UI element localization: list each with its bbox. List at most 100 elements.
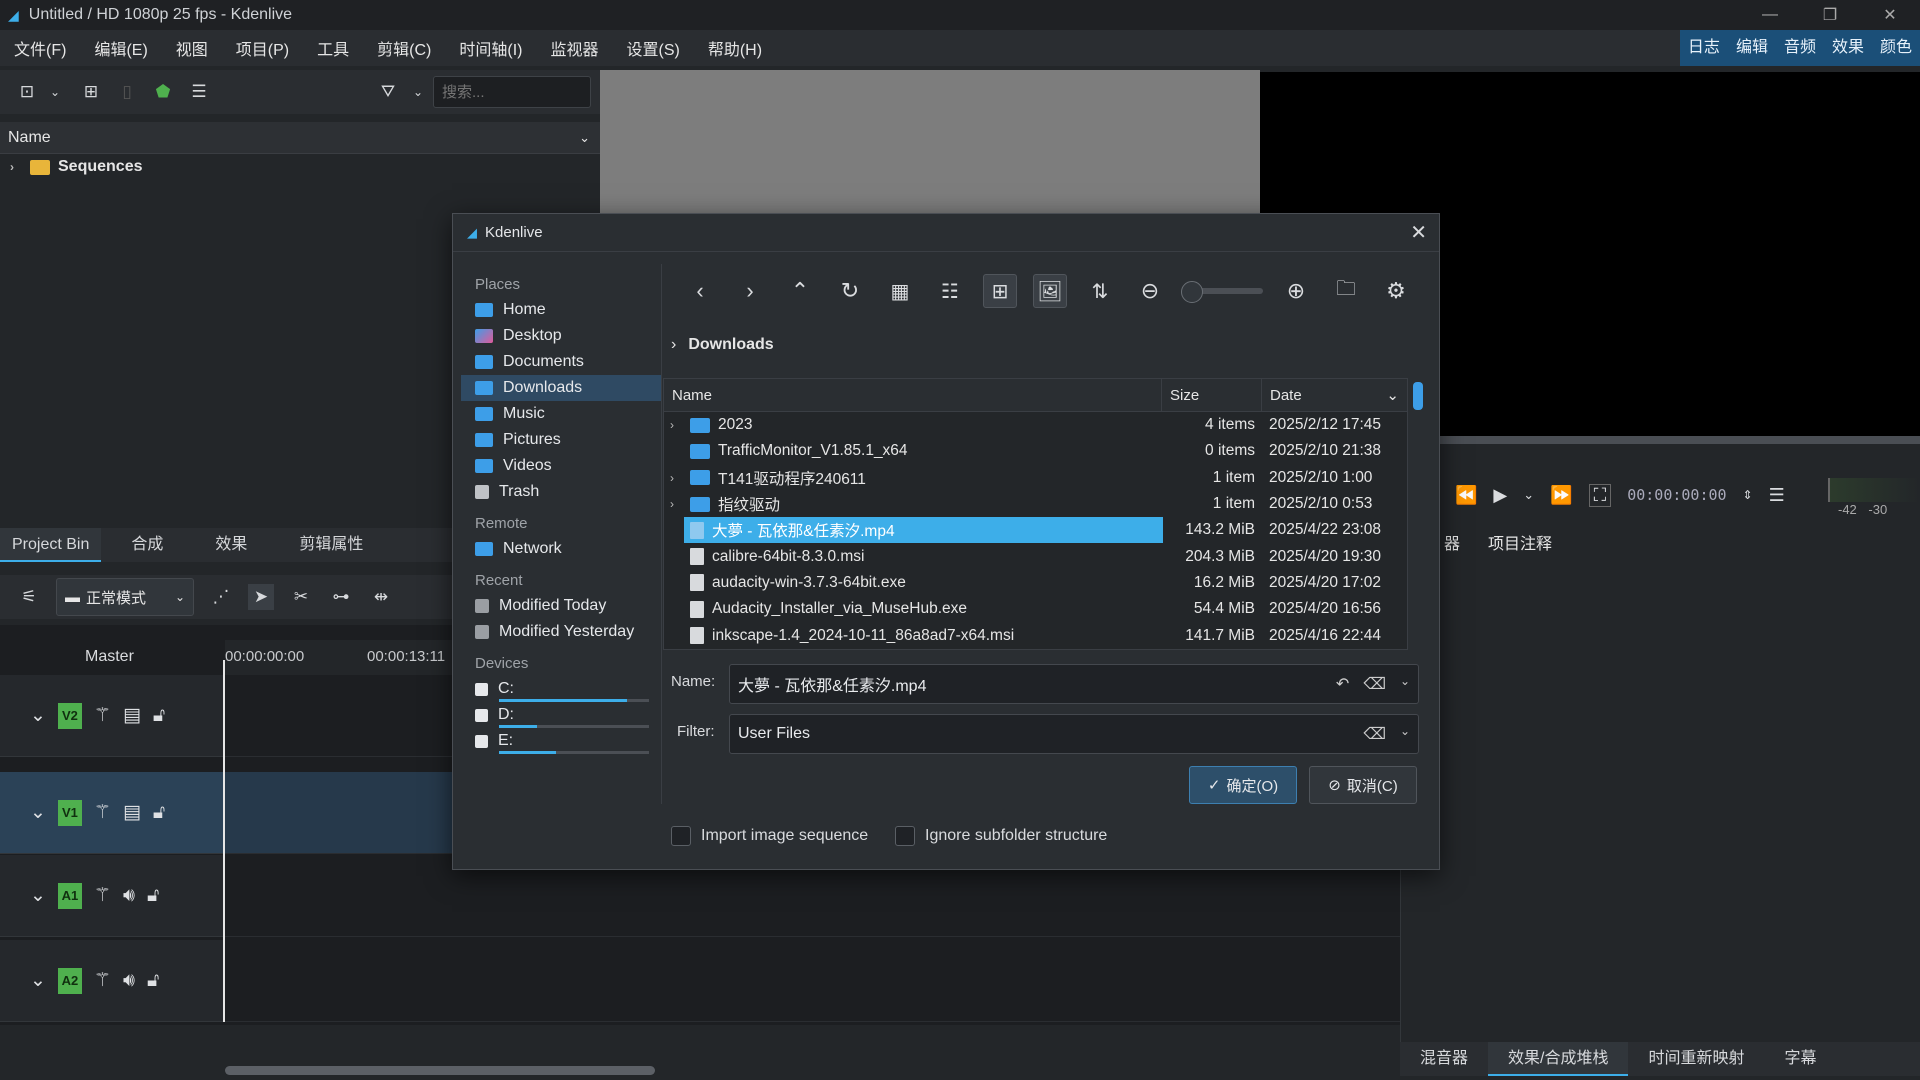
- close-window-button[interactable]: ✕: [1860, 0, 1920, 30]
- collapse-icon[interactable]: ⌄: [30, 969, 46, 992]
- spin-icon[interactable]: ⇕: [1743, 488, 1753, 502]
- collapse-icon[interactable]: ⌄: [30, 884, 46, 907]
- chevron-down-icon[interactable]: ⌄: [1400, 724, 1410, 744]
- track-header-v2[interactable]: ⌄ V2 ⚚ ▤ 🔓︎: [0, 675, 225, 757]
- file-row[interactable]: inkscape-1.4_2024-10-11_86a8ad7-x64.msi 1…: [664, 622, 1407, 648]
- menu-help[interactable]: 帮助(H): [694, 36, 776, 60]
- tab-compositions[interactable]: 合成: [101, 528, 175, 562]
- back-icon[interactable]: ‹: [683, 274, 717, 308]
- zoom-out-icon[interactable]: ⊖: [1133, 274, 1167, 308]
- detail-view-icon[interactable]: ☷: [933, 274, 967, 308]
- tab-clip-properties[interactable]: 剪辑属性: [259, 528, 375, 562]
- film-icon[interactable]: ▤: [123, 704, 141, 727]
- forward-icon[interactable]: ›: [733, 274, 767, 308]
- checkbox-box[interactable]: [895, 826, 915, 846]
- checkbox-box[interactable]: [671, 826, 691, 846]
- maximize-button[interactable]: ❐: [1800, 0, 1860, 30]
- chevron-down-icon[interactable]: ⌄: [1400, 674, 1410, 694]
- spacer-tool-icon[interactable]: ⋰: [208, 584, 234, 610]
- cancel-button[interactable]: ⊘ 取消(C): [1309, 766, 1417, 804]
- place-documents[interactable]: Documents: [461, 349, 661, 375]
- film-icon[interactable]: ▤: [123, 801, 141, 824]
- track-header-a1[interactable]: ⌄ A1 ⚚ 🔊︎ 🔓︎: [0, 855, 225, 937]
- workspace-color[interactable]: 颜色: [1872, 30, 1920, 66]
- timeline-horizontal-scrollbar[interactable]: [225, 1066, 655, 1075]
- chevron-down-icon[interactable]: ⌄: [579, 130, 590, 146]
- file-list-scrollbar[interactable]: [1413, 382, 1423, 410]
- file-row[interactable]: TrafficMonitor_V1.85.1_x64 0 items 2025/2/…: [664, 438, 1407, 464]
- file-row-selected[interactable]: 大夢 - 瓦依那&任素汐.mp4 143.2 MiB 2025/4/22 23:08: [664, 517, 1407, 544]
- place-pictures[interactable]: Pictures: [461, 427, 661, 453]
- workspace-logging[interactable]: 日志: [1680, 30, 1728, 66]
- chevron-down-icon[interactable]: ⌄: [1523, 487, 1534, 503]
- reload-icon[interactable]: ↻: [833, 274, 867, 308]
- place-modified-yesterday[interactable]: Modified Yesterday: [461, 619, 661, 645]
- ok-button[interactable]: ✓ 确定(O): [1189, 766, 1297, 804]
- edit-mode-select[interactable]: ▬ 正常模式 ⌄: [56, 578, 194, 616]
- file-row[interactable]: › 2023 4 items 2025/2/12 17:45: [664, 412, 1407, 438]
- add-folder-icon[interactable]: ⊞: [78, 79, 104, 105]
- track-header-a2[interactable]: ⌄ A2 ⚚ 🔊︎ 🔓︎: [0, 940, 225, 1022]
- menu-clip[interactable]: 剪辑(C): [363, 36, 445, 60]
- tab-project-bin[interactable]: Project Bin: [0, 528, 102, 562]
- place-trash[interactable]: Trash: [461, 479, 661, 505]
- collapse-icon[interactable]: ⌄: [30, 801, 46, 824]
- clear-icon[interactable]: ⌫: [1363, 724, 1386, 744]
- minimize-button[interactable]: —: [1740, 0, 1800, 30]
- tree-view-icon[interactable]: ⊞: [983, 274, 1017, 308]
- delete-icon[interactable]: ▯: [114, 79, 140, 105]
- timeline-ruler[interactable]: 00:00:00:00 00:00:13:11: [225, 640, 465, 680]
- device-e[interactable]: E:: [461, 728, 661, 754]
- place-desktop[interactable]: Desktop: [461, 323, 661, 349]
- zoom-slider[interactable]: [1181, 281, 1263, 303]
- tab-time-remapping[interactable]: 时间重新映射: [1628, 1042, 1764, 1076]
- fast-forward-icon[interactable]: ⏩: [1550, 485, 1572, 506]
- filter-dropdown-icon[interactable]: ⌄: [405, 79, 431, 105]
- file-row[interactable]: calibre-64bit-8.3.0.msi 204.3 MiB 2025/4/2…: [664, 543, 1407, 569]
- place-videos[interactable]: Videos: [461, 453, 661, 479]
- ripple-tool-icon[interactable]: ⇹: [368, 584, 394, 610]
- effect-wand-icon[interactable]: ⚚: [94, 801, 111, 824]
- chevron-down-icon[interactable]: ⌄: [42, 79, 68, 105]
- lock-icon[interactable]: 🔓︎: [147, 885, 159, 907]
- razor-tool-icon[interactable]: ✂: [288, 584, 314, 610]
- zoom-in-icon[interactable]: ⊕: [1279, 274, 1313, 308]
- column-name[interactable]: Name: [664, 379, 1162, 411]
- tab-mixer[interactable]: 混音器: [1400, 1042, 1488, 1076]
- menu-settings[interactable]: 设置(S): [613, 36, 694, 60]
- place-downloads[interactable]: Downloads: [461, 375, 661, 401]
- rewind-icon[interactable]: ⏪: [1455, 485, 1477, 506]
- column-date[interactable]: Date ⌄: [1262, 379, 1407, 411]
- workspace-audio[interactable]: 音频: [1776, 30, 1824, 66]
- undo-icon[interactable]: ↶: [1336, 674, 1349, 694]
- bin-item-sequences[interactable]: › Sequences: [0, 154, 600, 180]
- play-icon[interactable]: ▶: [1493, 485, 1507, 506]
- file-row[interactable]: › 指纹驱动 1 item 2025/2/10 0:53: [664, 491, 1407, 517]
- track-tag[interactable]: V1: [57, 799, 82, 826]
- file-row[interactable]: › T141驱动程序240611 1 item 2025/2/10 1:00: [664, 465, 1407, 491]
- speaker-icon[interactable]: 🔊︎: [123, 970, 135, 992]
- filter-icon[interactable]: ⛛: [375, 79, 401, 105]
- effect-wand-icon[interactable]: ⚚: [94, 704, 111, 727]
- new-folder-icon[interactable]: 🗀︎: [1329, 274, 1363, 308]
- lock-icon[interactable]: 🔓︎: [153, 705, 165, 727]
- menu-icon[interactable]: ☰: [186, 79, 212, 105]
- workspace-effects[interactable]: 效果: [1824, 30, 1872, 66]
- options-icon[interactable]: ⚙: [1379, 274, 1413, 308]
- close-icon[interactable]: ✕: [1410, 220, 1427, 245]
- ignore-subfolder-checkbox[interactable]: Ignore subfolder structure: [895, 826, 1107, 846]
- sort-icon[interactable]: ⇅: [1083, 274, 1117, 308]
- add-clip-icon[interactable]: ⊡: [14, 79, 40, 105]
- expand-arrow-icon[interactable]: ›: [670, 418, 682, 432]
- device-d[interactable]: D:: [461, 702, 661, 728]
- speaker-icon[interactable]: 🔊︎: [123, 885, 135, 907]
- place-music[interactable]: Music: [461, 401, 661, 427]
- parent-folder-icon[interactable]: ⌃: [783, 274, 817, 308]
- workspace-editing[interactable]: 编辑: [1728, 30, 1776, 66]
- lock-icon[interactable]: 🔓︎: [147, 970, 159, 992]
- bin-search-input[interactable]: [433, 76, 591, 108]
- track-tag[interactable]: A2: [57, 967, 82, 994]
- menu-project[interactable]: 项目(P): [222, 36, 303, 60]
- device-c[interactable]: C:: [461, 676, 661, 702]
- breadcrumb-item[interactable]: Downloads: [688, 336, 773, 354]
